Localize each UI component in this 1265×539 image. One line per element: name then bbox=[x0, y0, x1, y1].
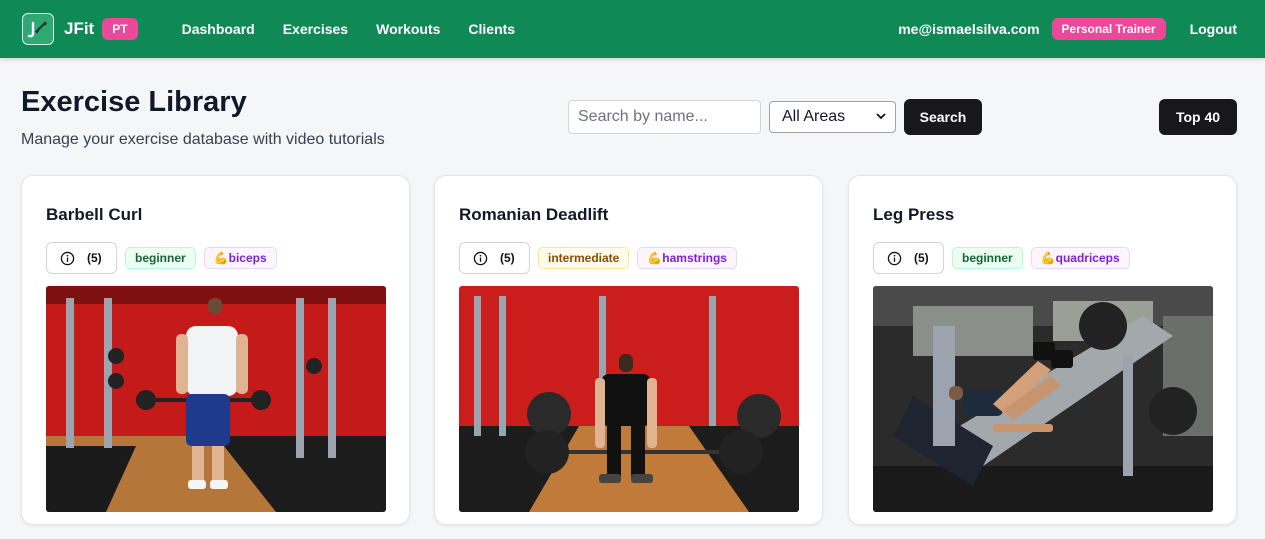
video-count: (5) bbox=[500, 251, 515, 265]
area-select-value: All Areas bbox=[782, 108, 846, 125]
nav-workouts[interactable]: Workouts bbox=[376, 21, 440, 37]
exercise-card[interactable]: Romanian Deadlift (5) intermediate 💪hams… bbox=[434, 175, 823, 525]
nav-exercises[interactable]: Exercises bbox=[283, 21, 348, 37]
search-button[interactable]: Search bbox=[904, 99, 982, 135]
brand-badge: PT bbox=[102, 18, 138, 40]
difficulty-badge: intermediate bbox=[538, 247, 630, 269]
difficulty-badge: beginner bbox=[952, 247, 1023, 269]
logout-button[interactable]: Logout bbox=[1190, 21, 1237, 37]
area-select[interactable]: All Areas bbox=[769, 101, 896, 133]
brand-name[interactable]: JFit bbox=[64, 19, 94, 39]
exercise-meta: (5) beginner 💪biceps bbox=[46, 242, 277, 274]
info-icon bbox=[60, 251, 75, 265]
chevron-down-icon bbox=[875, 110, 887, 125]
page-title: Exercise Library bbox=[21, 86, 247, 118]
logo-icon[interactable] bbox=[22, 13, 54, 45]
info-icon bbox=[887, 251, 902, 265]
search-input[interactable] bbox=[568, 100, 761, 134]
video-count: (5) bbox=[914, 251, 929, 265]
exercise-image[interactable] bbox=[459, 286, 799, 512]
top-navbar: JFit PT Dashboard Exercises Workouts Cli… bbox=[0, 0, 1265, 58]
page-header: Exercise Library Manage your exercise da… bbox=[0, 58, 1265, 175]
muscle-badge: 💪hamstrings bbox=[637, 247, 737, 269]
nav-dashboard[interactable]: Dashboard bbox=[182, 21, 255, 37]
muscle-badge: 💪quadriceps bbox=[1030, 247, 1130, 269]
info-button[interactable]: (5) bbox=[459, 242, 530, 274]
user-email: me@ismaelsilva.com bbox=[898, 21, 1040, 37]
exercise-image[interactable] bbox=[873, 286, 1213, 512]
exercise-card[interactable]: Leg Press (5) beginner 💪quadriceps bbox=[848, 175, 1237, 525]
video-count: (5) bbox=[87, 251, 102, 265]
top-40-button[interactable]: Top 40 bbox=[1159, 99, 1237, 135]
info-icon bbox=[473, 251, 488, 265]
nav-user-area: me@ismaelsilva.com Personal Trainer Logo… bbox=[898, 18, 1243, 40]
exercise-name: Leg Press bbox=[873, 205, 955, 224]
exercise-name: Romanian Deadlift bbox=[459, 205, 609, 224]
exercise-meta: (5) intermediate 💪hamstrings bbox=[459, 242, 737, 274]
info-button[interactable]: (5) bbox=[873, 242, 944, 274]
difficulty-badge: beginner bbox=[125, 247, 196, 269]
page-subtitle: Manage your exercise database with video… bbox=[21, 131, 385, 148]
exercise-card[interactable]: Barbell Curl (5) beginner 💪biceps bbox=[21, 175, 410, 525]
exercise-image[interactable] bbox=[46, 286, 386, 512]
info-button[interactable]: (5) bbox=[46, 242, 117, 274]
role-badge: Personal Trainer bbox=[1051, 18, 1166, 40]
muscle-badge: 💪biceps bbox=[203, 247, 277, 269]
exercise-name: Barbell Curl bbox=[46, 205, 143, 224]
exercise-meta: (5) beginner 💪quadriceps bbox=[873, 242, 1130, 274]
nav-clients[interactable]: Clients bbox=[468, 21, 515, 37]
main-nav: Dashboard Exercises Workouts Clients bbox=[182, 21, 516, 37]
